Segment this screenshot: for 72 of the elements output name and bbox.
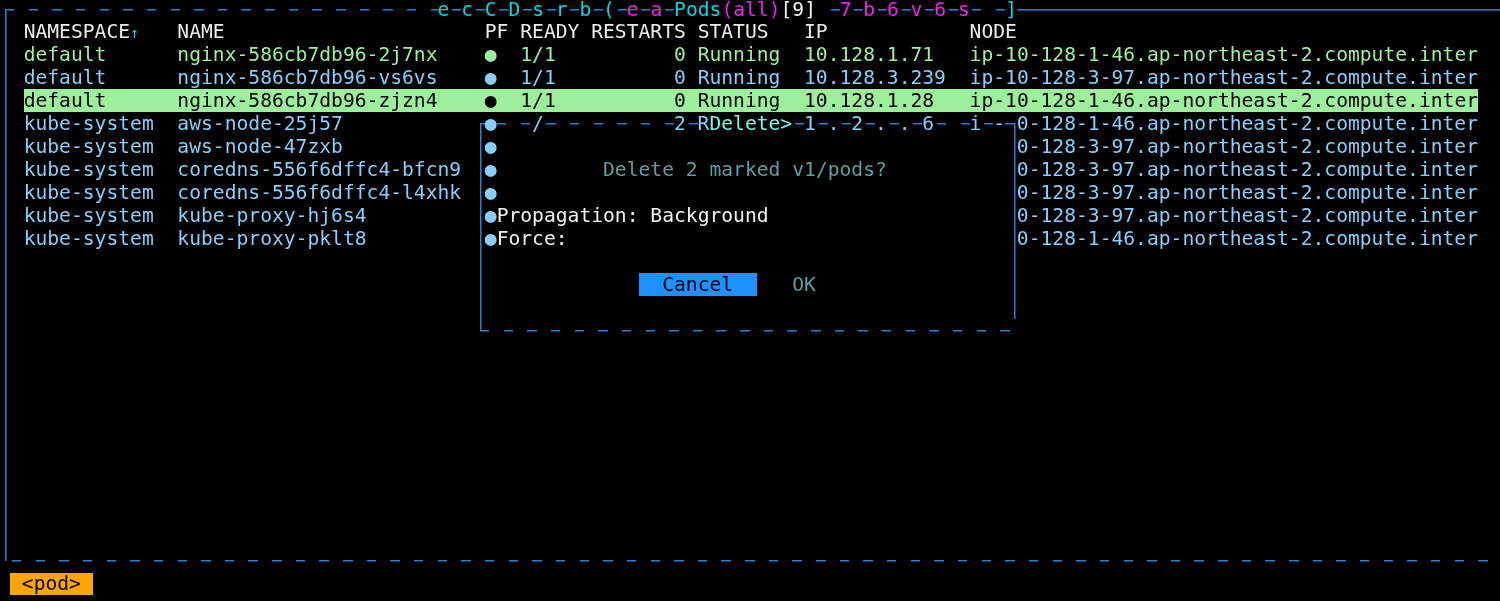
table-cell: 0-128-3-97.ap-northeast-2.compute.inter [1016, 158, 1479, 181]
column-header: READY [520, 20, 580, 43]
field-label: Force: [496, 227, 568, 250]
panel-title-text: 7 b 6 v 6 s [816, 0, 970, 20]
status-dot-icon: ● [484, 181, 497, 204]
table-cell: 0-128-3-97.ap-northeast-2.compute.inter [1016, 204, 1479, 227]
table-cell: nginx-586cb7db96-zjzn4 [177, 89, 438, 112]
table-cell: kube-proxy-hj6s4 [177, 204, 367, 227]
status-dot-icon: ● [484, 43, 497, 66]
status-dot-icon: ● [484, 66, 497, 89]
table-cell: kube-system [23, 227, 154, 250]
field-label: Propagation: [496, 204, 639, 227]
table-cell: Running [697, 43, 781, 66]
column-header: PF [484, 20, 509, 43]
table-cell: aws-node-25j57 [177, 112, 343, 135]
dropdown-field[interactable]: Background [650, 204, 769, 227]
overlapped-text: 1 . 2 . . 6 i - [792, 112, 1006, 135]
table-cell: 0-128-3-97.ap-northeast-2.compute.inter [1016, 135, 1479, 158]
breadcrumb: <pod> [10, 572, 93, 595]
panel-title-text: (all) [721, 0, 781, 20]
dialog-message: Delete 2 marked v1/pods? [603, 158, 887, 181]
column-header: RESTARTS [591, 20, 686, 43]
sort-arrow-icon: ↑ [130, 24, 140, 42]
table-cell: 10.128.1.71 [804, 43, 935, 66]
table-cell: 1/1 [520, 66, 556, 89]
table-cell: ip-10-128-3-97.ap-northeast-2.compute.inter [969, 66, 1479, 89]
table-cell: default [23, 66, 107, 89]
table-cell: default [23, 43, 107, 66]
column-header: NODE [969, 20, 1017, 43]
table-cell: 1/1 [520, 43, 556, 66]
status-dot-icon: ● [484, 135, 497, 158]
dialog-title: Delete> [709, 112, 793, 135]
table-cell: ip-10-128-1-46.ap-northeast-2.compute.inter [969, 89, 1479, 112]
dialog-button[interactable]: Cancel [638, 273, 757, 296]
table-cell: nginx-586cb7db96-2j7nx [177, 43, 438, 66]
status-dot-icon: ● [484, 89, 497, 112]
table-cell: kube-proxy-pklt8 [177, 227, 367, 250]
panel-title-text: Pods [662, 0, 722, 20]
panel-title-text: e c C D s r b ( [437, 0, 615, 20]
status-dot-icon: ● [484, 227, 497, 250]
table-cell: 0 [674, 89, 686, 112]
table-cell: default [23, 89, 107, 112]
table-cell: aws-node-47zxb [177, 135, 343, 158]
table-cell: kube-system [23, 181, 154, 204]
table-cell: 0-128-3-97.ap-northeast-2.compute.inter [1016, 181, 1479, 204]
table-cell: 0 [674, 43, 686, 66]
column-header: NAMESPACE [23, 20, 131, 43]
table-cell: 10.128.3.239 [804, 66, 946, 89]
table-cell: kube-system [23, 135, 154, 158]
table-cell: nginx-586cb7db96-vs6vs [177, 66, 438, 89]
table-cell: kube-system [23, 112, 154, 135]
table-cell: ip-10-128-1-46.ap-northeast-2.compute.inter [969, 43, 1479, 66]
table-cell: kube-system [23, 158, 154, 181]
column-header: IP [804, 20, 828, 43]
table-cell: coredns-556f6dffc4-bfcn9 [177, 158, 462, 181]
panel-title-text: e a [614, 0, 663, 20]
table-cell: kube-system [23, 204, 154, 227]
table-cell: coredns-556f6dffc4-l4xhk [177, 181, 462, 204]
table-cell: 10.128.1.28 [804, 89, 935, 112]
table-cell: 0 [674, 66, 686, 89]
table-cell: Running [697, 89, 781, 112]
status-dot-icon: ● [484, 204, 497, 227]
panel-title-text: [9] [780, 0, 816, 20]
column-header: STATUS [697, 20, 769, 43]
column-header: NAME [177, 20, 225, 43]
dialog-button[interactable]: OK [768, 273, 840, 296]
table-cell: Running [697, 66, 781, 89]
status-dot-icon: ● [484, 158, 497, 181]
table-cell: 1/1 [520, 89, 556, 112]
table-cell: 0-128-1-46.ap-northeast-2.compute.inter [1016, 112, 1479, 135]
table-row[interactable]: default nginx-586cb7db96-zjzn4 ● 1/1 0 Running 10.128.1.28 ip-10-128-1-46.ap-northeast-2.compute.inter [23, 89, 1479, 112]
table-cell: 0-128-1-46.ap-northeast-2.compute.inter [1016, 227, 1479, 250]
